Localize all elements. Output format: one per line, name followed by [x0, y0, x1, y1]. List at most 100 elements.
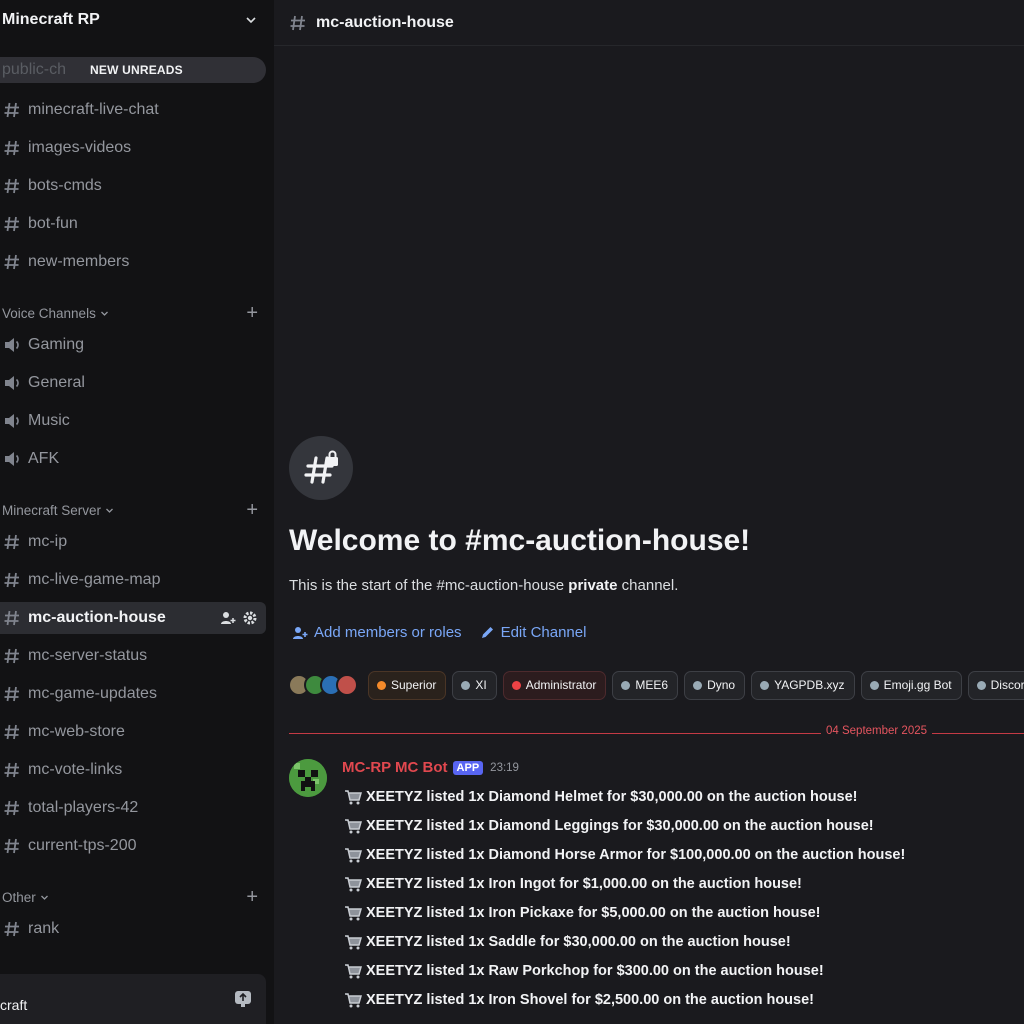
hashtag-icon	[4, 648, 19, 664]
bot-avatar[interactable]	[289, 759, 327, 797]
channel-mc-ip[interactable]: mc-ip	[0, 526, 266, 558]
hashtag-icon	[4, 102, 19, 118]
new-unreads-pill[interactable]: public-ch NEW UNREADS	[0, 57, 266, 83]
add-members-link[interactable]: Add members or roles	[292, 624, 462, 641]
create-invite-icon[interactable]	[220, 610, 236, 626]
role-tag[interactable]: Superior	[368, 670, 447, 700]
welcome-subtitle: This is the start of the #mc-auction-hou…	[289, 577, 679, 594]
role-color-dot	[377, 680, 386, 690]
channel-mc-auction-house[interactable]: mc-auction-house	[0, 602, 266, 634]
channel-bots-cmds[interactable]: bots-cmds	[0, 170, 266, 202]
channel-total-players-42[interactable]: total-players-42	[0, 792, 266, 824]
channel-label: mc-live-game-map	[28, 571, 161, 588]
channel-rank[interactable]: rank	[0, 913, 266, 945]
message-header: MC-RP MC Bot APP 23:19	[342, 759, 519, 776]
channel-images-videos[interactable]: images-videos	[0, 132, 266, 164]
message-timestamp[interactable]: 23:19	[490, 762, 519, 774]
shopping-cart-icon	[345, 876, 362, 891]
category-minecraft-server[interactable]: Minecraft Server +	[2, 500, 258, 520]
role-name: YAGPDB.xyz	[774, 678, 845, 692]
voice-channel-music[interactable]: Music	[0, 405, 266, 437]
member-avatars[interactable]	[288, 674, 358, 696]
channel-label: bots-cmds	[28, 177, 102, 194]
hashtag-icon	[4, 140, 19, 156]
channel-title: mc-auction-house	[316, 13, 454, 31]
user-panel[interactable]: craft	[0, 974, 266, 1024]
edit-channel-link[interactable]: Edit Channel	[480, 624, 587, 641]
creeper-face-icon	[289, 759, 327, 797]
server-header[interactable]: Minecraft RP	[0, 0, 274, 40]
avatar	[336, 674, 358, 696]
channel-minecraft-live-chat[interactable]: minecraft-live-chat	[0, 94, 266, 126]
shopping-cart-icon	[345, 905, 362, 920]
channel-mc-game-updates[interactable]: mc-game-updates	[0, 678, 266, 710]
role-color-dot	[461, 680, 471, 690]
channel-label: mc-web-store	[28, 723, 125, 740]
channel-label: images-videos	[28, 139, 132, 156]
gear-icon[interactable]	[242, 610, 258, 626]
add-user-icon	[293, 626, 308, 639]
channel-sidebar: Minecraft RP public-ch NEW UNREADS minec…	[0, 0, 274, 1024]
server-name: Minecraft RP	[2, 11, 100, 28]
role-color-dot	[621, 680, 631, 690]
message-content: XEETYZ listed 1x Diamond Helmet for $30,…	[344, 782, 905, 1014]
channel-label: mc-auction-house	[28, 609, 166, 626]
channel-current-tps-200[interactable]: current-tps-200	[0, 830, 266, 862]
new-unreads-label: NEW UNREADS	[90, 63, 183, 77]
user-panel-name: craft	[0, 997, 28, 1013]
hashtag-icon	[4, 216, 19, 232]
category-voice-channels[interactable]: Voice Channels +	[2, 303, 258, 323]
voice-channel-general[interactable]: General	[0, 367, 266, 399]
channel-mc-web-store[interactable]: mc-web-store	[0, 716, 266, 748]
channel-mc-live-game-map[interactable]: mc-live-game-map	[0, 564, 266, 596]
role-name: MEE6	[635, 678, 669, 692]
role-color-dot	[511, 680, 521, 690]
hashtag-icon	[4, 254, 19, 270]
channel-label: General	[28, 374, 85, 391]
hashtag-icon	[290, 15, 305, 30]
message-line: XEETYZ listed 1x Iron Ingot for $1,000.0…	[344, 869, 905, 898]
welcome-title: Welcome to #mc-auction-house!	[289, 524, 751, 557]
speaker-icon	[5, 376, 19, 390]
pencil-icon	[481, 627, 493, 638]
channel-label: mc-game-updates	[28, 685, 157, 702]
role-tag[interactable]: Discord Me	[967, 670, 1024, 700]
role-tag[interactable]: Emoji.gg Bot	[860, 670, 962, 700]
add-channel-icon[interactable]: +	[246, 500, 258, 520]
voice-channel-afk[interactable]: AFK	[0, 443, 266, 475]
message-line: XEETYZ listed 1x Iron Shovel for $2,500.…	[344, 985, 905, 1014]
role-color-dot	[760, 680, 770, 690]
channel-mc-vote-links[interactable]: mc-vote-links	[0, 754, 266, 786]
message-line: XEETYZ listed 1x Diamond Horse Armor for…	[344, 840, 905, 869]
channel-members-roles: Superior XI Administrator MEE6 Dyno YAGPDB.xy…	[288, 670, 1024, 700]
add-channel-icon[interactable]: +	[246, 887, 258, 907]
channel-mc-server-status[interactable]: mc-server-status	[0, 640, 266, 672]
role-tag[interactable]: Administrator	[502, 670, 607, 700]
message-line: XEETYZ listed 1x Diamond Leggings for $3…	[344, 811, 905, 840]
shopping-cart-icon	[345, 963, 362, 978]
role-tag[interactable]: Dyno	[684, 670, 746, 700]
role-tag[interactable]: XI	[452, 670, 497, 700]
channel-label: AFK	[28, 450, 60, 467]
channel-new-members[interactable]: new-members	[0, 246, 266, 278]
chevron-down-icon	[246, 17, 256, 24]
message-line-text: XEETYZ listed 1x Iron Ingot for $1,000.0…	[366, 875, 802, 892]
soundboard-icon[interactable]	[234, 990, 252, 1008]
role-tag[interactable]: MEE6	[612, 670, 679, 700]
message-author[interactable]: MC-RP MC Bot	[342, 759, 448, 776]
channel-label: bot-fun	[28, 215, 78, 232]
voice-channel-gaming[interactable]: Gaming	[0, 329, 266, 361]
edit-channel-label: Edit Channel	[500, 624, 587, 641]
add-channel-icon[interactable]: +	[246, 303, 258, 323]
role-tag[interactable]: YAGPDB.xyz	[751, 670, 855, 700]
hashtag-icon	[4, 762, 19, 778]
chevron-down-icon	[40, 895, 48, 900]
date-divider-label: 04 September 2025	[821, 725, 933, 737]
hashtag-icon	[4, 534, 19, 550]
hashtag-icon	[4, 686, 19, 702]
category-other[interactable]: Other +	[2, 887, 258, 907]
channel-bot-fun[interactable]: bot-fun	[0, 208, 266, 240]
category-label: Voice Channels	[2, 305, 96, 321]
private-channel-icon	[289, 436, 353, 500]
channel-label: mc-ip	[28, 533, 68, 550]
